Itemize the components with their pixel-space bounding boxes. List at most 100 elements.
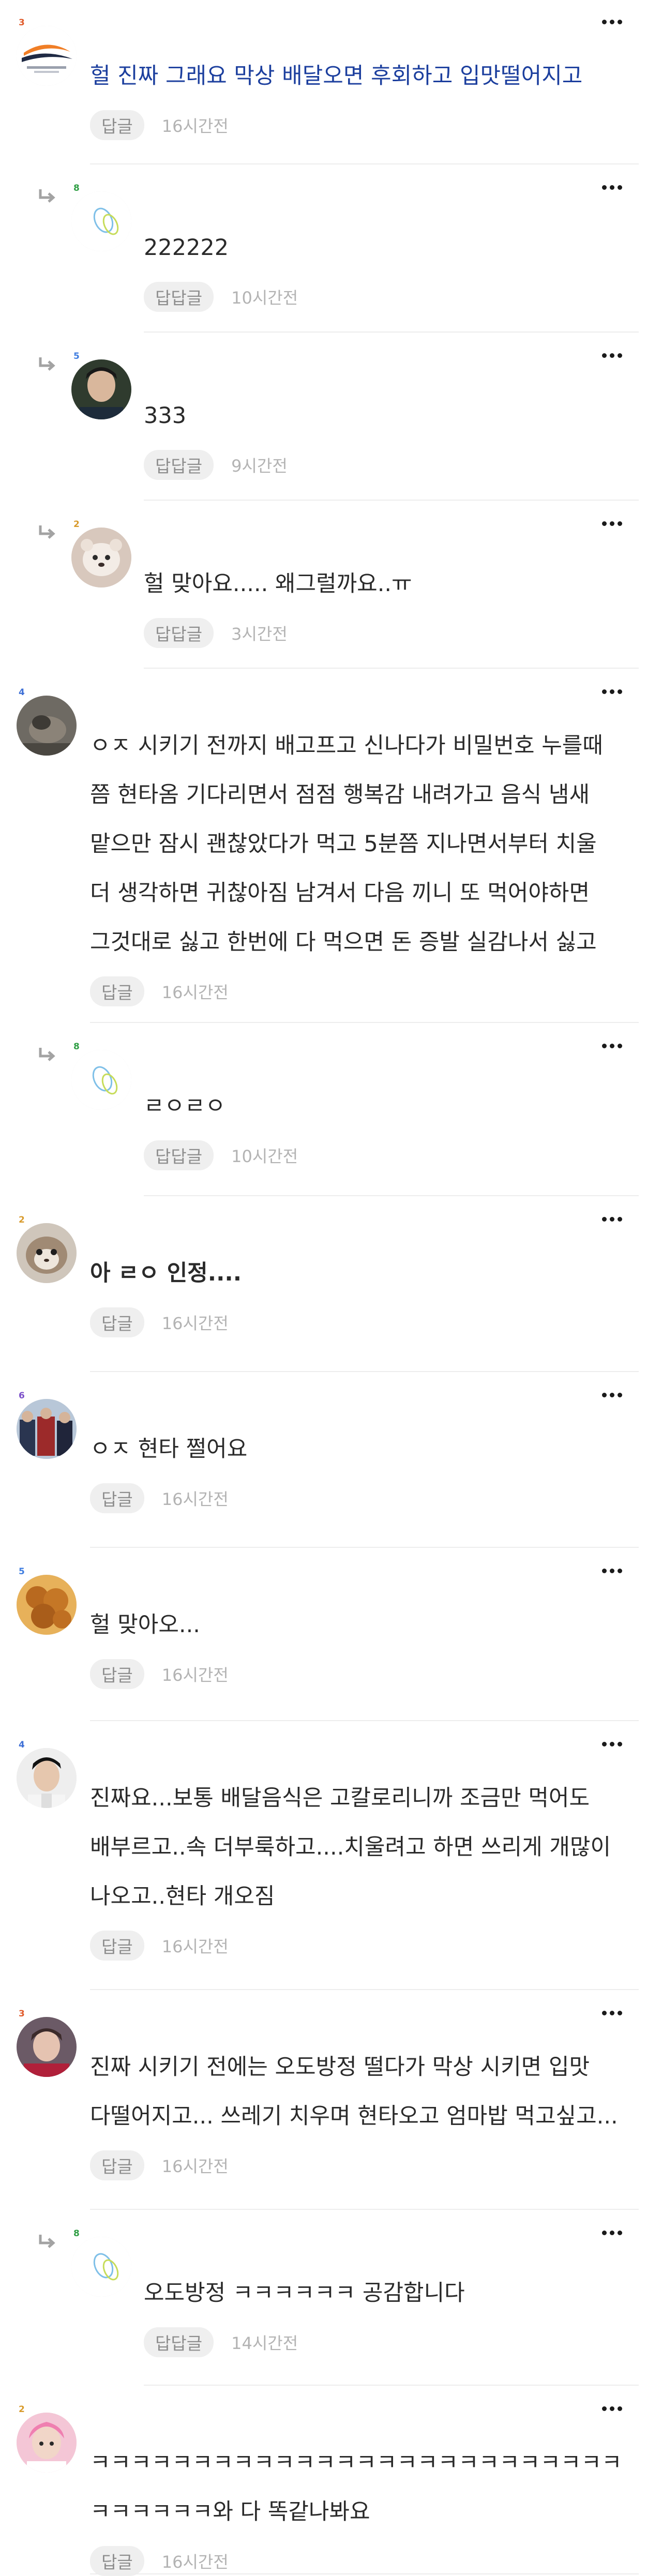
- comment-item: 5 헐 맞아오... 답글 16시간전: [0, 1549, 662, 1722]
- avatar-image: [71, 359, 131, 419]
- level-badge: 4: [19, 687, 25, 698]
- timestamp: 16시간전: [161, 116, 229, 136]
- level-badge: 8: [73, 2228, 80, 2239]
- comment-item: 4 진짜요...보통 배달음식은 고칼로리니까 조금만 먹어도 배부르고..속 더부…: [0, 1722, 662, 1991]
- timestamp: 10시간전: [231, 288, 298, 308]
- reply-button[interactable]: 답글: [90, 110, 144, 140]
- more-vertical-dots-icon: [617, 1568, 622, 1573]
- more-vertical-dots-icon: [617, 1392, 622, 1397]
- more-vertical-dots-icon: [617, 185, 622, 190]
- comment-actions: 답글 16시간전: [90, 1307, 229, 1337]
- avatar[interactable]: [17, 2017, 77, 2077]
- reply-button[interactable]: 답글: [90, 2150, 144, 2180]
- divider: [144, 500, 639, 501]
- more-vertical-dots-icon: [601, 2230, 607, 2235]
- reply-button[interactable]: 답글: [90, 1307, 144, 1337]
- reply-button[interactable]: 답글: [90, 1659, 144, 1689]
- more-options-button[interactable]: [594, 1734, 630, 1754]
- more-vertical-dots-icon: [609, 1392, 614, 1397]
- comment-text: 다떨어지고... 쓰레기 치우며 현타오고 엄마밥 먹고싶고...: [90, 2103, 618, 2129]
- level-badge: 8: [73, 183, 80, 193]
- reply-button[interactable]: 답답글: [144, 282, 214, 312]
- avatar-image: [71, 1050, 131, 1110]
- divider: [90, 1022, 639, 1023]
- more-vertical-dots-icon: [609, 689, 614, 694]
- avatar-image: [17, 1399, 77, 1459]
- timestamp: 16시간전: [161, 1489, 229, 1509]
- more-options-button[interactable]: [594, 1209, 630, 1229]
- reply-arrow-icon: [39, 357, 55, 371]
- avatar[interactable]: [71, 359, 131, 419]
- avatar-image: [17, 696, 77, 756]
- more-vertical-dots-icon: [617, 689, 622, 694]
- comment-actions: 답답글 3시간전: [144, 618, 288, 648]
- level-badge: 2: [19, 2404, 25, 2415]
- reply-button[interactable]: 답글: [90, 1483, 144, 1513]
- comment-actions: 답글 16시간전: [90, 1931, 229, 1961]
- comment-text: ㅋㅋㅋㅋㅋㅋㅋㅋㅋㅋㅋㅋㅋㅋㅋㅋㅋㅋㅋㅋㅋㅋㅋㅋㅋㅋ: [90, 2450, 622, 2476]
- divider: [90, 2573, 639, 2574]
- more-options-button[interactable]: [594, 177, 630, 198]
- level-badge: 2: [73, 519, 80, 530]
- avatar[interactable]: [17, 2413, 77, 2473]
- reply-item: 8 오도방정 ㅋㅋㅋㅋㅋㅋ 공감합니다 답답글 14시간전: [0, 2211, 662, 2387]
- avatar[interactable]: [17, 26, 77, 86]
- more-options-button[interactable]: [594, 11, 630, 32]
- comment-text: 배부르고..속 더부룩하고....치울려고 하면 쓰리게 개많이: [90, 1834, 611, 1860]
- avatar-image: [71, 191, 131, 251]
- more-options-button[interactable]: [594, 513, 630, 534]
- comment-text: 아 ㄹㅇ 인정....: [90, 1260, 242, 1286]
- avatar-image: [17, 1748, 77, 1808]
- more-options-button[interactable]: [594, 1035, 630, 1056]
- reply-button[interactable]: 답글: [90, 1931, 144, 1961]
- more-options-button[interactable]: [594, 345, 630, 366]
- comment-text: ㅇㅈ 현타 쩔어요: [90, 1436, 248, 1462]
- comment-actions: 답글 16시간전: [90, 110, 229, 140]
- comment-actions: 답글 16시간전: [90, 1483, 229, 1513]
- avatar[interactable]: [71, 1050, 131, 1110]
- divider: [144, 668, 639, 669]
- more-vertical-dots-icon: [609, 1568, 614, 1573]
- more-options-button[interactable]: [594, 2002, 630, 2023]
- timestamp: 16시간전: [161, 983, 229, 1002]
- avatar[interactable]: [17, 1223, 77, 1283]
- more-options-button[interactable]: [594, 1384, 630, 1405]
- avatar[interactable]: [71, 191, 131, 251]
- level-badge: 4: [19, 1740, 25, 1750]
- comment-text: 헐 진짜 그래요 막상 배달오면 후회하고 입맛떨어지고: [90, 63, 583, 89]
- more-vertical-dots-icon: [601, 1568, 607, 1573]
- reply-button[interactable]: 답답글: [144, 2327, 214, 2357]
- more-options-button[interactable]: [594, 1560, 630, 1581]
- more-vertical-dots-icon: [601, 2010, 607, 2015]
- more-options-button[interactable]: [594, 2398, 630, 2419]
- avatar[interactable]: [71, 2237, 131, 2297]
- more-vertical-dots-icon: [617, 353, 622, 358]
- comment-actions: 답답글 10시간전: [144, 282, 298, 312]
- comment-text: 헐 맞아요..... 왜그럴까요..ㅠ: [144, 571, 412, 597]
- more-vertical-dots-icon: [601, 19, 607, 24]
- avatar[interactable]: [17, 1575, 77, 1635]
- reply-button[interactable]: 답답글: [144, 450, 214, 480]
- reply-button[interactable]: 답답글: [144, 618, 214, 648]
- reply-button[interactable]: 답글: [90, 2546, 144, 2576]
- more-vertical-dots-icon: [617, 2230, 622, 2235]
- reply-button[interactable]: 답글: [90, 976, 144, 1006]
- avatar[interactable]: [17, 1399, 77, 1459]
- more-options-button[interactable]: [594, 681, 630, 702]
- avatar[interactable]: [71, 528, 131, 587]
- comment-actions: 답글 16시간전: [90, 976, 229, 1006]
- comment-item: 2 ㅋㅋㅋㅋㅋㅋㅋㅋㅋㅋㅋㅋㅋㅋㅋㅋㅋㅋㅋㅋㅋㅋㅋㅋㅋㅋ ㅋㅋㅋㅋㅋㅋ와 다 똑같나…: [0, 2387, 662, 2576]
- timestamp: 16시간전: [161, 2157, 229, 2176]
- more-options-button[interactable]: [594, 2222, 630, 2243]
- divider: [90, 1547, 639, 1548]
- divider: [144, 2385, 639, 2386]
- avatar[interactable]: [17, 696, 77, 756]
- more-vertical-dots-icon: [617, 521, 622, 526]
- more-vertical-dots-icon: [609, 1043, 614, 1048]
- more-vertical-dots-icon: [609, 1741, 614, 1746]
- reply-button[interactable]: 답답글: [144, 1140, 214, 1170]
- avatar[interactable]: [17, 1748, 77, 1808]
- more-vertical-dots-icon: [601, 1392, 607, 1397]
- divider: [90, 1371, 639, 1372]
- more-vertical-dots-icon: [601, 2406, 607, 2411]
